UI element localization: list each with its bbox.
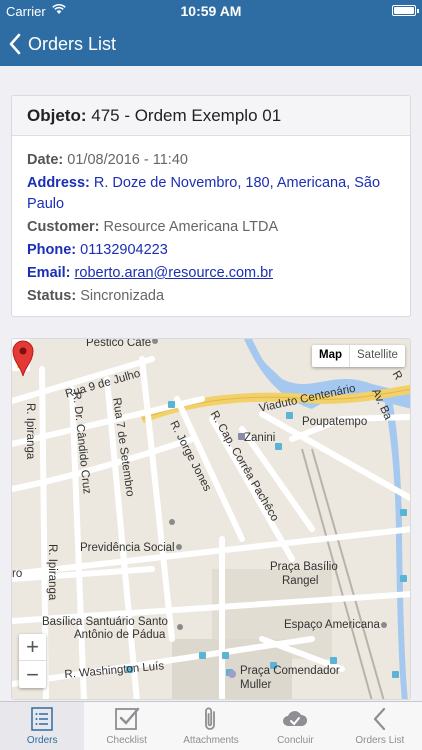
location-pin-icon[interactable]	[12, 339, 34, 377]
navigation-bar: Orders List	[0, 22, 422, 66]
email-key: Email:	[27, 265, 71, 281]
tab-orders[interactable]: Orders	[0, 702, 85, 750]
customer-value: Resource Americana LTDA	[103, 219, 279, 235]
battery-icon	[392, 5, 419, 16]
order-title-value: 475 - Ordem Exemplo 01	[91, 106, 282, 125]
map-label-espaco: Espaço Americana	[284, 619, 380, 631]
order-title-key: Objeto:	[27, 106, 87, 125]
checklist-icon	[114, 707, 139, 730]
phone-row[interactable]: Phone: 01132904223	[27, 240, 395, 261]
address-key: Address:	[27, 175, 90, 191]
map-label-zanini: Zanini	[244, 432, 276, 444]
phone-link[interactable]: 01132904223	[80, 242, 168, 258]
map-label-poupatempo: Poupatempo	[302, 416, 368, 428]
status-row: Status: Sincronizada	[27, 286, 395, 307]
back-button[interactable]: Orders List	[8, 22, 116, 66]
tab-concluir[interactable]: Concluir	[253, 702, 337, 750]
phone-key: Phone:	[27, 242, 77, 258]
map-label-ipiranga1: R. Ipiranga	[24, 403, 36, 460]
tab-attachments[interactable]: Attachments	[169, 702, 253, 750]
status-bar: Carrier 10:59 AM	[0, 0, 422, 22]
tab-checklist[interactable]: Checklist	[84, 702, 168, 750]
date-key: Date:	[27, 152, 64, 168]
map-label-basilica-2: Antônio de Pádua	[74, 629, 166, 641]
map-label-praca-basilio: Praça Basílio	[270, 561, 338, 573]
list-icon	[31, 707, 53, 731]
order-title: Objeto: 475 - Ordem Exemplo 01	[12, 96, 410, 136]
map-type-satellite-button[interactable]: Satellite	[350, 345, 405, 367]
map-label-pestico: Pestico Café	[86, 338, 152, 349]
cloud-check-icon	[283, 711, 308, 726]
order-details-card: Objeto: 475 - Ordem Exemplo 01 Date: 01/…	[11, 95, 411, 317]
map-label-basilica-1: Basílica Santuário Santo	[42, 616, 168, 628]
clock: 10:59 AM	[180, 3, 242, 19]
map-label-ro: ro	[12, 568, 23, 580]
zoom-out-button[interactable]: −	[19, 661, 46, 688]
tab-orders-list[interactable]: Orders List	[338, 702, 422, 750]
paperclip-icon	[205, 707, 215, 730]
customer-row: Customer: Resource Americana LTDA	[27, 217, 395, 238]
status-value: Sincronizada	[80, 288, 165, 304]
tab-orders-list-label: Orders List	[355, 735, 405, 746]
tab-checklist-label: Checklist	[106, 735, 147, 746]
tab-attachments-label: Attachments	[183, 735, 239, 746]
map-label-comendador-1: Praça Comendador	[240, 665, 340, 677]
map-label-previdencia: Previdência Social	[80, 542, 175, 554]
map-label-ipiranga2: R. Ipiranga	[46, 544, 58, 601]
tab-concluir-label: Concluir	[277, 735, 314, 746]
customer-key: Customer:	[27, 219, 100, 235]
email-link[interactable]: roberto.aran@resource.com.br	[75, 265, 273, 281]
tab-bar: Orders Checklist Attachments Concluir Or…	[0, 701, 422, 750]
back-label: Orders List	[28, 33, 117, 54]
zoom-controls: + −	[19, 634, 46, 688]
email-row[interactable]: Email: roberto.aran@resource.com.br	[27, 263, 395, 284]
chevron-left-icon	[9, 33, 21, 55]
map-label-comendador-2: Muller	[240, 679, 272, 691]
map-card: Pestico Café Rua 9 de Julho Viaduto Cent…	[11, 338, 411, 700]
map-label-rangel: Rangel	[282, 575, 319, 587]
map-type-toggle: Map Satellite	[312, 345, 405, 367]
status-key: Status:	[27, 288, 77, 304]
address-row[interactable]: Address: R. Doze de Novembro, 180, Ameri…	[27, 173, 395, 215]
date-row: Date: 01/08/2016 - 11:40	[27, 150, 395, 171]
tab-orders-label: Orders	[26, 735, 58, 746]
date-value: 01/08/2016 - 11:40	[67, 152, 188, 168]
map-view[interactable]: Pestico Café Rua 9 de Julho Viaduto Cent…	[12, 338, 410, 699]
chevron-left-icon	[373, 707, 385, 731]
zoom-in-button[interactable]: +	[19, 634, 46, 661]
map-type-map-button[interactable]: Map	[312, 345, 350, 367]
